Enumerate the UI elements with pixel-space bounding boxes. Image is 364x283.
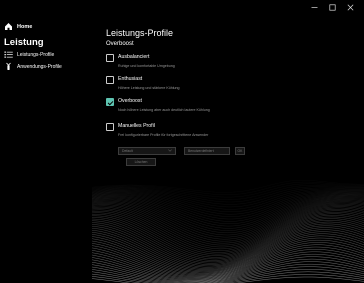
option-description: Ruhige und komfortable Umgebung bbox=[118, 64, 175, 68]
checkbox-ausbalanciert[interactable] bbox=[106, 54, 114, 62]
sidebar-item-label: Leistungs-Profile bbox=[17, 51, 55, 58]
close-icon[interactable] bbox=[342, 0, 358, 14]
checkbox-manuelles-profil[interactable] bbox=[106, 123, 114, 131]
sidebar-item-leistungs-profile[interactable]: Leistungs-Profile bbox=[4, 50, 54, 59]
page-title: Leistungs-Profile bbox=[106, 28, 174, 38]
sidebar-item-anwendungs-profile[interactable]: Anwendungs-Profile bbox=[4, 62, 62, 71]
main-content: Leistungs-Profile Overboost Ausbalancier… bbox=[106, 14, 364, 283]
list-icon bbox=[4, 50, 13, 59]
sidebar: Home Leistung Leistungs-Profile Anwendun… bbox=[0, 14, 92, 283]
profile-name-input[interactable]: Benutzerdefiniert bbox=[184, 147, 230, 155]
option-label: Enthusiast bbox=[118, 76, 143, 82]
option-description: Noch höhere Leistung aber auch deutlich … bbox=[118, 108, 210, 112]
sidebar-item-label: Anwendungs-Profile bbox=[17, 63, 62, 70]
checkbox-enthusiast[interactable] bbox=[106, 76, 114, 84]
ok-button[interactable]: OK bbox=[235, 147, 245, 155]
chevron-down-icon bbox=[168, 149, 172, 153]
title-bar bbox=[0, 0, 364, 14]
sidebar-item-label: Home bbox=[17, 23, 33, 30]
option-label: Manuelles Profil bbox=[118, 123, 155, 129]
sidebar-section-title: Leistung bbox=[4, 37, 44, 48]
option-label: Ausbalanciert bbox=[118, 54, 150, 60]
sidebar-item-home[interactable]: Home bbox=[4, 22, 32, 31]
option-description: Frei konfigurierbare Profile für fortges… bbox=[118, 133, 209, 137]
option-description: Höhere Leistung und stärkere Kühlung bbox=[118, 86, 180, 90]
checkbox-overboost[interactable] bbox=[106, 98, 114, 106]
delete-button[interactable]: Löschen bbox=[126, 158, 156, 166]
dropdown-value: Default bbox=[122, 149, 133, 153]
home-icon bbox=[4, 22, 13, 31]
current-profile-label: Overboost bbox=[106, 41, 134, 47]
profile-preset-dropdown[interactable]: Default bbox=[118, 147, 176, 155]
app-profile-icon bbox=[4, 62, 13, 71]
option-label: Overboost bbox=[118, 98, 142, 104]
maximize-icon[interactable] bbox=[324, 0, 340, 14]
minimize-icon[interactable] bbox=[306, 0, 322, 14]
